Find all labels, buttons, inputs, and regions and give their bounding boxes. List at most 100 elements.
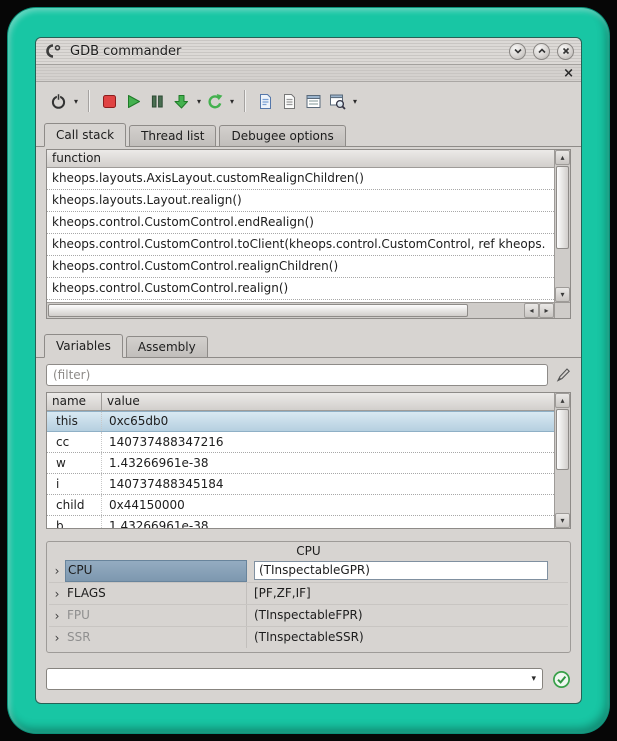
filter-pen-icon[interactable] — [555, 367, 571, 383]
variable-row[interactable]: w 1.43266961e-38 — [47, 453, 554, 474]
expand-arrow-icon[interactable]: › — [49, 583, 65, 604]
teal-frame: GDB commander × — [8, 8, 609, 733]
variable-name-cell: this — [47, 412, 102, 431]
scroll-left-icon[interactable]: ◂ — [524, 303, 539, 318]
cpu-row[interactable]: › FPU (TInspectableFPR) — [49, 604, 568, 626]
cpu-groupbox-title: CPU — [49, 543, 568, 560]
dock-titlebar: × — [36, 65, 581, 82]
cpu-row[interactable]: › SSR (TInspectableSSR) — [49, 626, 568, 648]
scrollbar-track[interactable] — [555, 165, 570, 287]
tab-assembly[interactable]: Assembly — [126, 336, 208, 357]
scroll-down-icon[interactable]: ▾ — [555, 513, 570, 528]
variable-row[interactable]: child 0x44150000 — [47, 495, 554, 516]
variable-value-cell: 1.43266961e-38 — [102, 453, 554, 473]
variables-panel: name value this 0xc65db0 cc 140737488347… — [46, 392, 571, 529]
cpu-row-name: SSR — [65, 627, 247, 648]
cpu-row-value: [PF,ZF,IF] — [247, 583, 568, 604]
tab-call-stack[interactable]: Call stack — [44, 123, 126, 147]
combobox-dropdown-icon[interactable]: ▾ — [531, 669, 536, 689]
variables-table: name value this 0xc65db0 cc 140737488347… — [47, 393, 554, 528]
filter-row — [36, 360, 581, 390]
cpu-row-name: FLAGS — [65, 583, 247, 604]
variable-value-cell: 1.43266961e-38 — [102, 516, 554, 528]
maximize-button[interactable] — [533, 43, 550, 60]
cpu-value-editor[interactable]: (TInspectableGPR) — [254, 561, 548, 580]
tab-variables[interactable]: Variables — [44, 334, 123, 358]
scrollbar-track[interactable] — [47, 303, 524, 318]
variables-header: name value — [47, 393, 554, 411]
scroll-up-icon[interactable]: ▴ — [555, 393, 570, 408]
scrollbar-thumb[interactable] — [556, 166, 569, 249]
gdb-commander-window: GDB commander × — [36, 38, 581, 703]
tab-debugee-options[interactable]: Debugee options — [219, 125, 345, 146]
source-doc-button[interactable] — [255, 88, 276, 114]
variable-name-cell: w — [47, 453, 102, 473]
step-over-dropdown-icon[interactable]: ▾ — [230, 97, 234, 106]
command-row: ▾ — [46, 667, 571, 691]
variable-row[interactable]: i 140737488345184 — [47, 474, 554, 495]
callstack-horizontal-scrollbar[interactable]: ◂ ▸ — [47, 302, 554, 318]
watch-window-button[interactable] — [303, 88, 324, 114]
scroll-up-icon[interactable]: ▴ — [555, 150, 570, 165]
step-into-button[interactable] — [171, 88, 192, 114]
tab-thread-list[interactable]: Thread list — [129, 125, 216, 146]
inspector-button[interactable] — [327, 88, 348, 114]
variable-value-cell: 140737488345184 — [102, 474, 554, 494]
variable-name-cell: child — [47, 495, 102, 515]
cpu-row[interactable]: › CPU (TInspectableGPR) — [49, 560, 568, 582]
scroll-down-icon[interactable]: ▾ — [555, 287, 570, 302]
step-over-button[interactable] — [204, 88, 225, 114]
confirm-button[interactable] — [551, 669, 571, 689]
run-button[interactable] — [123, 88, 144, 114]
callstack-vertical-scrollbar[interactable]: ▴ ▾ — [554, 150, 570, 302]
variable-name-cell: b — [47, 516, 102, 528]
step-into-dropdown-icon[interactable]: ▾ — [197, 97, 201, 106]
callstack-row[interactable]: kheops.layouts.AxisLayout.customRealignC… — [47, 168, 554, 190]
variable-row[interactable]: cc 140737488347216 — [47, 432, 554, 453]
callstack-row[interactable]: kheops.control.CustomControl.realignChil… — [47, 256, 554, 278]
window-title: GDB commander — [70, 44, 509, 59]
scroll-right-icon[interactable]: ▸ — [539, 303, 554, 318]
debug-toolbar: ▾ ▾ — [36, 82, 581, 120]
window-controls — [509, 43, 574, 60]
callstack-row[interactable]: kheops.control.CustomControl.toClient(kh… — [47, 234, 554, 256]
variables-tabbar: Variables Assembly — [36, 331, 581, 358]
column-header-name[interactable]: name — [47, 393, 102, 410]
power-button[interactable] — [48, 88, 69, 114]
scrollbar-thumb[interactable] — [48, 304, 468, 317]
cpu-row-value: (TInspectableGPR) — [247, 560, 568, 582]
power-dropdown-icon[interactable]: ▾ — [74, 97, 78, 106]
callstack-row[interactable]: kheops.control.CustomControl.endRealign(… — [47, 212, 554, 234]
pause-button[interactable] — [147, 88, 168, 114]
callstack-table: function kheops.layouts.AxisLayout.custo… — [47, 150, 554, 302]
variable-row[interactable]: b 1.43266961e-38 — [47, 516, 554, 528]
callstack-row[interactable]: kheops.control.CustomControl.realign() — [47, 278, 554, 300]
scrollbar-track[interactable] — [555, 408, 570, 513]
scrollbar-corner — [554, 302, 570, 318]
callstack-tabbar: Call stack Thread list Debugee options — [36, 120, 581, 147]
stop-button[interactable] — [99, 88, 120, 114]
toolbar-separator — [244, 90, 245, 112]
command-combobox[interactable]: ▾ — [46, 668, 543, 690]
output-log-button[interactable] — [279, 88, 300, 114]
titlebar[interactable]: GDB commander — [36, 38, 581, 65]
callstack-row[interactable]: kheops.layouts.Layout.realign() — [47, 190, 554, 212]
scrollbar-thumb[interactable] — [556, 409, 569, 470]
app-icon[interactable] — [43, 44, 63, 58]
cpu-groupbox: CPU › CPU (TInspectableGPR) › FLAGS [PF,… — [46, 541, 571, 653]
cpu-row[interactable]: › FLAGS [PF,ZF,IF] — [49, 582, 568, 604]
variables-vertical-scrollbar[interactable]: ▴ ▾ — [554, 393, 570, 528]
expand-arrow-icon[interactable]: › — [49, 627, 65, 648]
column-header-function[interactable]: function — [47, 150, 101, 167]
close-button[interactable] — [557, 43, 574, 60]
variable-name-cell: cc — [47, 432, 102, 452]
dock-close-icon[interactable]: × — [563, 67, 574, 80]
filter-input[interactable] — [46, 364, 548, 386]
variable-row[interactable]: this 0xc65db0 — [47, 411, 554, 432]
inspector-dropdown-icon[interactable]: ▾ — [353, 97, 357, 106]
expand-arrow-icon[interactable]: › — [49, 605, 65, 626]
toolbar-separator — [88, 90, 89, 112]
shade-button[interactable] — [509, 43, 526, 60]
expand-arrow-icon[interactable]: › — [49, 560, 65, 582]
column-header-value[interactable]: value — [102, 393, 140, 410]
